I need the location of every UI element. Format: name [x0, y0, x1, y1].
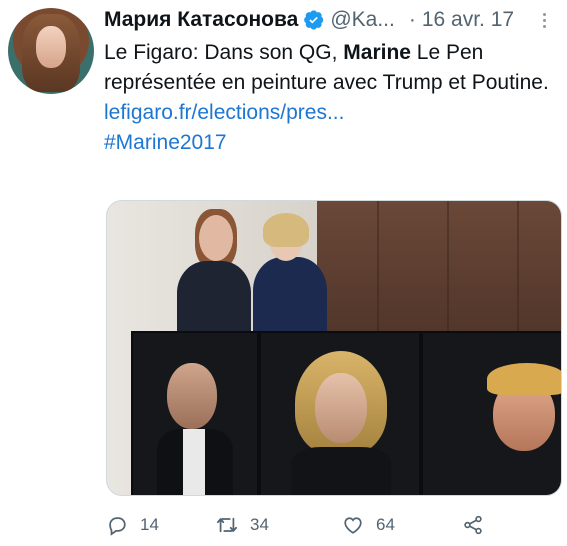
painting-portrait-left: [131, 331, 259, 495]
heart-icon: [344, 517, 362, 534]
share-button[interactable]: [462, 514, 496, 536]
portrait-hair: [487, 363, 561, 395]
tweet-text-part1: Le Figaro: Dans son QG,: [104, 41, 344, 64]
retweet-button[interactable]: 34: [216, 514, 269, 536]
photo-person-hair: [263, 213, 309, 247]
reply-count: 14: [140, 515, 159, 534]
tweet-body: Le Figaro: Dans son QG, Marine Le Pen re…: [104, 38, 554, 158]
retweet-icon: [216, 517, 238, 533]
tweet-actions: 14 34 64: [106, 510, 562, 540]
tweet-header: Мария Катасонова @Ka... · 16 avr. 17: [104, 6, 555, 34]
like-button[interactable]: 64: [342, 514, 395, 536]
share-icon: [464, 515, 482, 535]
portrait-face: [315, 373, 367, 443]
verified-badge-icon: [304, 10, 324, 30]
portrait-suit: [291, 447, 391, 495]
avatar[interactable]: [8, 8, 94, 94]
hashtag-link[interactable]: #Marine2017: [104, 128, 554, 158]
author-name[interactable]: Мария Катасонова: [104, 8, 298, 32]
avatar-face: [36, 26, 66, 68]
tweet[interactable]: Мария Катасонова @Ka... · 16 avr. 17 Le …: [0, 0, 567, 546]
tweet-date[interactable]: 16 avr. 17: [422, 8, 514, 32]
photo-person-body: [253, 257, 327, 341]
photo-person-head: [199, 215, 233, 261]
reply-button[interactable]: 14: [106, 514, 159, 536]
portrait-shirt: [183, 429, 205, 495]
painting-portrait-center: [259, 331, 421, 495]
header-separator: ·: [408, 8, 416, 31]
more-options-icon[interactable]: [537, 8, 551, 32]
tweet-text: Le Figaro: Dans son QG, Marine Le Pen re…: [104, 38, 554, 98]
like-count: 64: [376, 515, 395, 534]
reply-icon: [109, 517, 126, 536]
tweet-photo[interactable]: [106, 200, 562, 496]
author-handle[interactable]: @Ka...: [330, 8, 395, 32]
portrait-face: [167, 363, 217, 429]
tweet-text-bold: Marine: [343, 41, 411, 64]
photo-person-body: [177, 261, 251, 341]
painting-portrait-right: [421, 331, 561, 495]
retweet-count: 34: [250, 515, 269, 534]
article-link[interactable]: lefigaro.fr/elections/pres...: [104, 98, 554, 128]
